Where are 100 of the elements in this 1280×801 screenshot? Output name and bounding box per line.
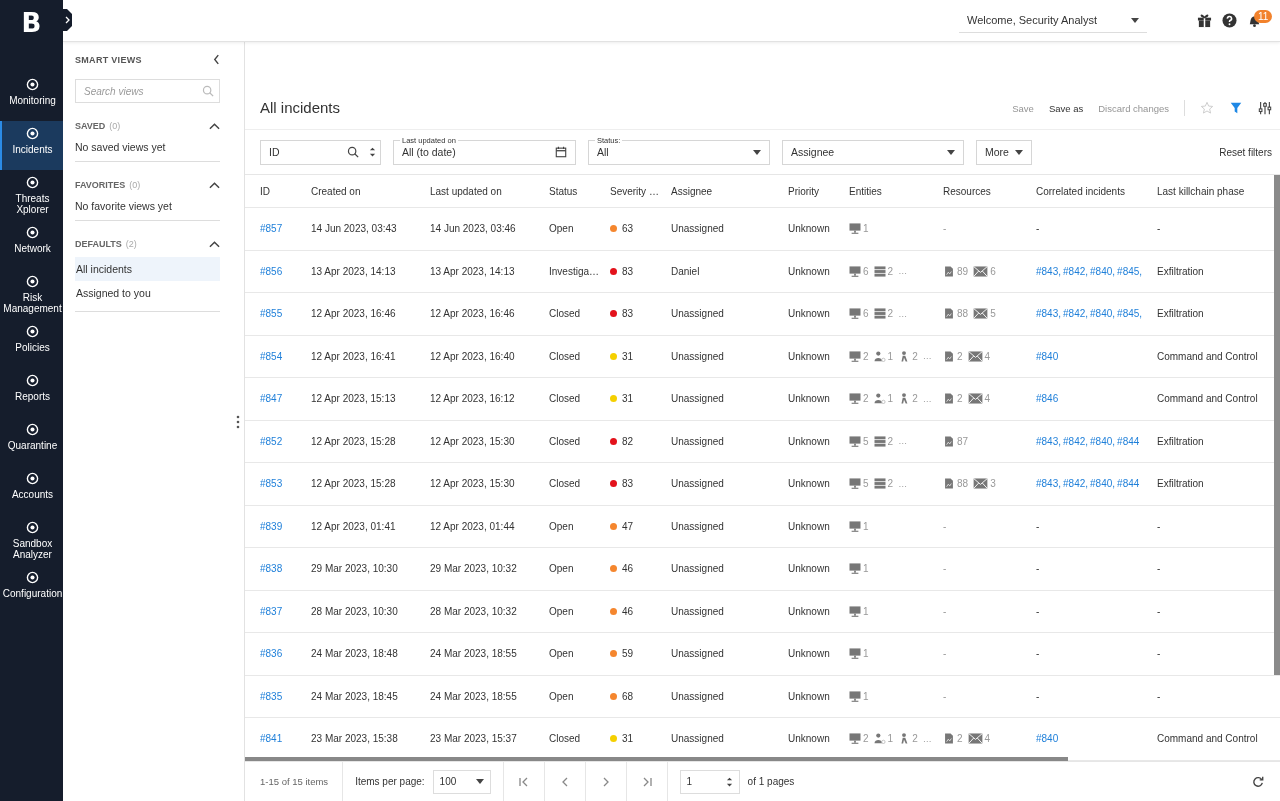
incident-link[interactable]: #843, [1036,435,1062,447]
envelope-icon [967,350,983,362]
nav-item[interactable]: Monitoring [0,72,63,121]
incident-link[interactable]: #836 [260,648,283,660]
resource-count: 89 [957,265,969,277]
incident-link[interactable]: #840, [1090,435,1116,447]
caret-icon [1014,149,1023,155]
incident-link[interactable]: #838 [260,563,283,575]
incident-link[interactable]: #842, [1063,265,1089,277]
help-icon[interactable] [1222,13,1237,28]
table-cell: 12 Apr 2023, 16:12 [430,393,515,405]
incident-link[interactable]: #841 [260,733,283,745]
chevron-icon[interactable] [209,181,220,189]
column-header[interactable]: ID [260,185,311,197]
incident-link[interactable]: #840 [1036,733,1059,745]
table-cell: - [1157,690,1161,702]
items-per-page-select[interactable]: 100 [432,769,491,794]
incident-link[interactable]: #852 [260,435,283,447]
incident-link[interactable]: #845, [1117,265,1143,277]
monitor-icon [849,223,861,235]
resource-count: 5 [990,308,996,320]
column-header[interactable]: Last killchain phase [1157,185,1277,197]
incident-link[interactable]: #842, [1063,435,1089,447]
search-icon [347,145,359,158]
column-header[interactable]: Assignee [671,185,788,197]
incident-link[interactable]: #837 [260,605,283,617]
settings-sliders-icon[interactable] [1258,101,1272,115]
nav-item[interactable]: Sandbox Analyzer [0,515,63,565]
incident-link[interactable]: #840, [1090,478,1116,490]
nav-item[interactable]: Reports [0,368,63,417]
column-header[interactable]: Severity … [610,185,671,197]
table-cell: Closed [549,435,581,447]
incident-link[interactable]: #843, [1036,308,1062,320]
chevron-icon[interactable] [209,240,220,248]
target-icon [26,472,39,485]
incident-link[interactable]: #845, [1117,308,1143,320]
table-cell: Closed [549,478,581,490]
refresh-icon[interactable] [1252,775,1264,788]
column-header[interactable]: Correlated incidents [1036,185,1157,197]
document-icon [943,733,955,745]
chevron-icon[interactable] [213,54,220,65]
nav-item[interactable]: Network [0,220,63,269]
entity-count: 1 [887,350,894,362]
column-header[interactable]: Entities [849,185,943,197]
nav-item[interactable]: Threats Xplorer [0,170,63,220]
incident-link[interactable]: #856 [260,265,283,277]
view-item[interactable]: All incidents [75,257,220,281]
star-icon[interactable] [1200,101,1214,115]
nav-item[interactable]: Quarantine [0,417,63,466]
incident-link[interactable]: #839 [260,520,283,532]
assignee-select[interactable]: Assignee [782,139,964,165]
view-item[interactable]: Assigned to you [75,281,220,305]
action-button[interactable]: Save as [1048,102,1084,114]
incident-link[interactable]: #844 [1117,435,1140,447]
incident-link[interactable]: #857 [260,223,283,235]
incident-link[interactable]: #844 [1117,478,1140,490]
more-button[interactable]: More [976,139,1032,165]
incident-link[interactable]: #846 [1036,393,1059,405]
first-page-icon[interactable] [517,775,530,788]
search-field[interactable]: Search views [75,79,220,103]
resource-count: 4 [984,350,991,362]
chevron-icon[interactable] [209,122,220,130]
resize-handle-icon[interactable] [236,414,240,429]
envelope-icon [967,393,983,405]
vertical-scrollbar[interactable] [1274,175,1280,675]
nav-item[interactable]: Accounts [0,466,63,515]
nav-item[interactable]: Policies [0,319,63,368]
column-header[interactable]: Resources [943,185,1036,197]
nav-item[interactable]: Risk Management [0,269,63,319]
incident-link[interactable]: #840 [1036,350,1059,362]
column-header[interactable]: Priority [788,185,849,197]
document-icon [943,265,955,277]
chevron-icon[interactable] [63,9,72,31]
gift-icon[interactable] [1197,13,1212,28]
incident-link[interactable]: #853 [260,478,283,490]
incident-link[interactable]: #843, [1036,265,1062,277]
table-cell: 12 Apr 2023, 15:28 [311,435,396,447]
filter-icon[interactable] [1229,101,1243,115]
incident-link[interactable]: #854 [260,350,283,362]
incident-link[interactable]: #842, [1063,478,1089,490]
column-header[interactable]: Created on [311,185,430,197]
incident-link[interactable]: #842, [1063,308,1089,320]
incident-link[interactable]: #855 [260,308,283,320]
table-cell: Unknown [788,520,830,532]
page-field[interactable]: 1 [679,769,740,794]
incident-link[interactable]: #847 [260,393,283,405]
incident-link[interactable]: #835 [260,690,283,702]
reset-filters-link[interactable]: Reset filters [1219,146,1272,158]
column-header[interactable]: Status [549,185,610,197]
incident-link[interactable]: #840, [1090,308,1116,320]
incident-link[interactable]: #843, [1036,478,1062,490]
document-icon [943,393,955,405]
user-menu[interactable]: Welcome, Security Analyst [959,8,1147,33]
table-cell: Unassigned [671,393,724,405]
id-field[interactable]: ID [260,139,381,165]
horizontal-scrollbar[interactable] [245,757,1068,761]
nav-item[interactable]: Incidents [0,121,63,170]
nav-item[interactable]: Configuration [0,565,63,614]
incident-link[interactable]: #840, [1090,265,1116,277]
column-header[interactable]: Last updated on [430,185,549,197]
